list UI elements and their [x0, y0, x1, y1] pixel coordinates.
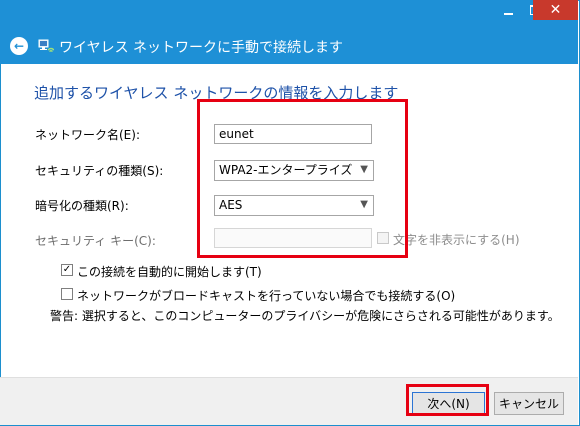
auto-connect-label: この接続を自動的に開始します(T): [77, 265, 262, 279]
security-type-label: セキュリティの種類(S):: [35, 164, 164, 178]
highlight-next-box: [406, 384, 489, 416]
minimize-icon: [504, 13, 513, 15]
navigation-bar: ← ワイヤレス ネットワークに手動で接続します: [0, 29, 578, 64]
dialog-footer: [0, 377, 578, 425]
close-button[interactable]: ✕: [533, 0, 578, 20]
back-arrow-icon[interactable]: ←: [10, 37, 28, 55]
minimize-button[interactable]: [495, 0, 522, 20]
encryption-type-label: 暗号化の種類(R):: [35, 199, 129, 213]
checkmark-icon: ✓: [62, 264, 72, 275]
window-titlebar[interactable]: ✕: [0, 0, 578, 29]
auto-connect-checkbox[interactable]: ✓: [61, 264, 73, 276]
cancel-button[interactable]: キャンセル: [494, 392, 564, 415]
network-name-label: ネットワーク名(E):: [35, 128, 140, 142]
highlight-fields-box: [197, 99, 408, 258]
connect-hidden-network-label: ネットワークがブロードキャストを行っていない場合でも接続する(O): [77, 289, 456, 303]
connect-hidden-network-checkbox[interactable]: [61, 288, 73, 300]
window-title: ワイヤレス ネットワークに手動で接続します: [59, 40, 344, 56]
network-icon: [38, 39, 54, 53]
security-key-label: セキュリティ キー(C):: [35, 234, 156, 248]
hide-characters-label: 文字を非表示にする(H): [393, 233, 520, 247]
close-icon: ✕: [549, 2, 562, 18]
privacy-warning: 警告: 選択すると、このコンピューターのプライバシーが危険にさらされる可能性があ…: [50, 309, 560, 323]
